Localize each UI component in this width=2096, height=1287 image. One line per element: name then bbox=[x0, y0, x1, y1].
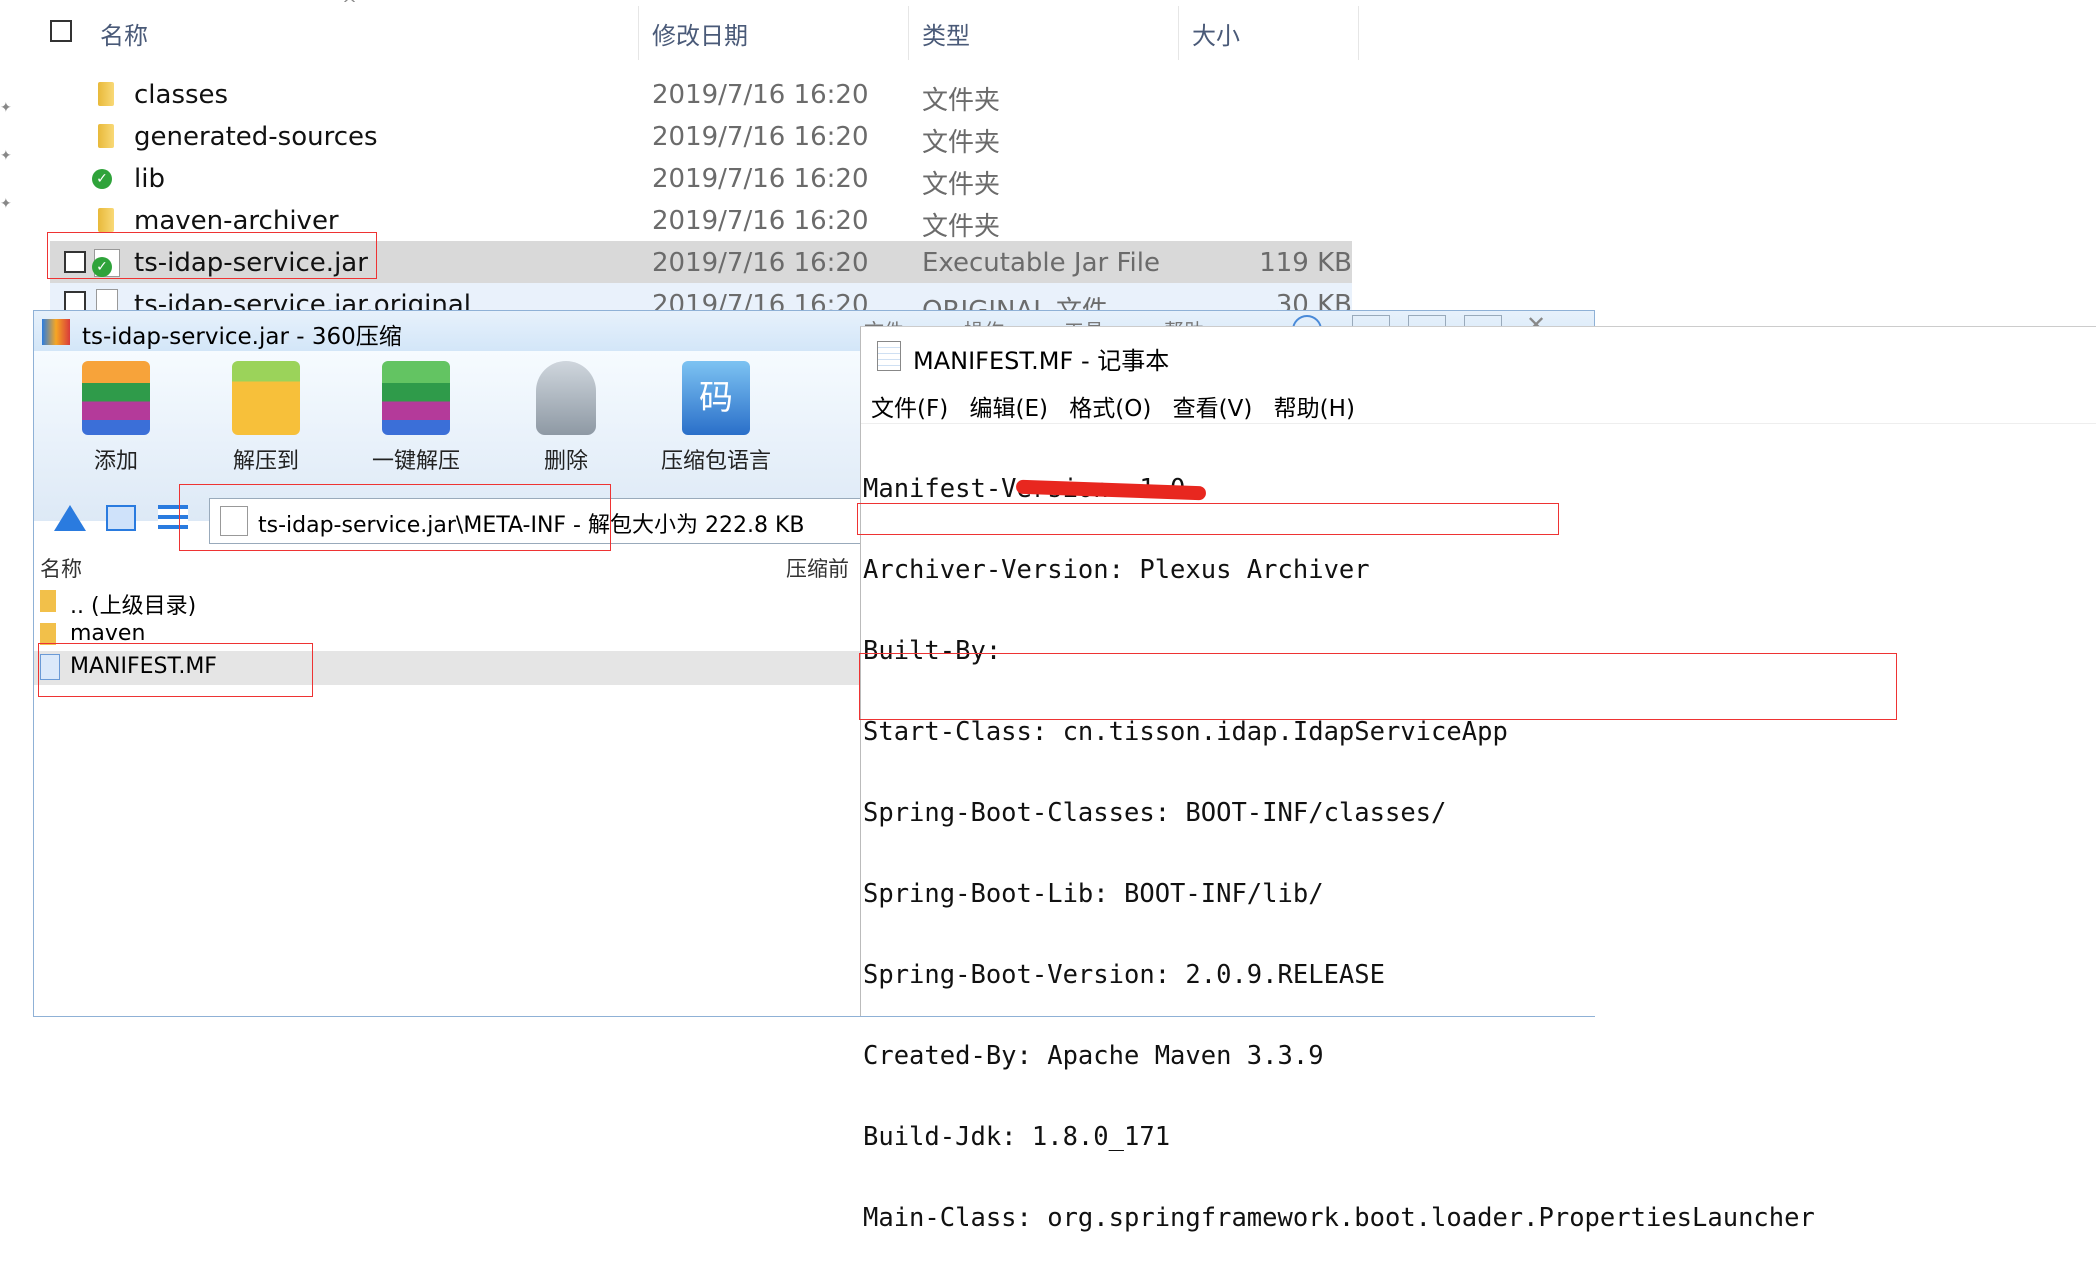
view-icon[interactable] bbox=[106, 505, 136, 531]
item-name: classes bbox=[134, 80, 229, 110]
zip-app-icon bbox=[42, 319, 70, 345]
add-label: 添加 bbox=[93, 449, 138, 474]
highlight-box bbox=[859, 653, 1897, 720]
row-checkbox[interactable] bbox=[64, 291, 86, 311]
add-archive-icon bbox=[82, 361, 150, 435]
text-line: Spring-Boot-Lib: BOOT-INF/lib/ bbox=[863, 879, 1324, 909]
list-item[interactable]: generated-sources 2019/7/16 16:20 文件夹 bbox=[50, 115, 1350, 158]
delete-label: 删除 bbox=[543, 449, 588, 474]
col-size[interactable]: 大小 bbox=[1192, 16, 1240, 51]
notepad-window: MANIFEST.MF - 记事本 文件(F) 编辑(E) 格式(O) 查看(V… bbox=[857, 326, 2096, 1232]
col-name[interactable]: 名称 bbox=[100, 16, 148, 51]
item-type: 文件夹 bbox=[922, 86, 1001, 116]
folder-icon bbox=[40, 590, 56, 612]
menu-file[interactable]: 文件(F) bbox=[871, 396, 948, 422]
item-date: 2019/7/16 16:20 bbox=[652, 164, 869, 194]
menu-help[interactable]: 帮助(H) bbox=[1274, 396, 1355, 422]
highlight-box bbox=[179, 484, 611, 551]
text-line: Archiver-Version: Plexus Archiver bbox=[863, 555, 1370, 585]
extract-to-label: 解压到 bbox=[232, 449, 299, 474]
archive-language-button[interactable]: 码 压缩包语言 bbox=[646, 361, 786, 475]
text-line: Start-Class: cn.tisson.idap.IdapServiceA… bbox=[863, 717, 1508, 747]
folder-icon bbox=[98, 208, 114, 232]
item-size: 119 KB bbox=[1259, 248, 1352, 278]
menu-format[interactable]: 格式(O) bbox=[1069, 396, 1151, 422]
notepad-icon bbox=[877, 341, 901, 371]
item-date: 2019/7/16 16:20 bbox=[652, 122, 869, 152]
folder-icon bbox=[98, 124, 114, 148]
item-date: 2019/7/16 16:20 bbox=[652, 80, 869, 110]
item-type: 文件夹 bbox=[922, 212, 1001, 242]
text-line: Build-Jdk: 1.8.0_171 bbox=[863, 1122, 1171, 1152]
extract-folder-icon bbox=[232, 361, 300, 435]
text-line: Spring-Boot-Version: 2.0.9.RELEASE bbox=[863, 960, 1385, 990]
item-type: 文件夹 bbox=[922, 170, 1001, 200]
item-type: 文件夹 bbox=[922, 128, 1001, 158]
zip-col-packed[interactable]: 压缩前 bbox=[786, 553, 849, 583]
pin-icon: ✦ bbox=[0, 148, 12, 164]
pin-icon: ✦ bbox=[0, 100, 12, 116]
up-arrow-icon[interactable] bbox=[54, 505, 86, 531]
list-item[interactable]: classes 2019/7/16 16:20 文件夹 bbox=[50, 73, 1350, 116]
item-name: generated-sources bbox=[134, 122, 378, 152]
one-click-extract-button[interactable]: 一键解压 bbox=[346, 361, 486, 475]
zip-list-header: 名称 压缩前 bbox=[34, 551, 864, 581]
add-button[interactable]: 添加 bbox=[46, 361, 186, 475]
archive-language-label: 压缩包语言 bbox=[660, 449, 771, 474]
text-line: Manifest-Version: 1.0 bbox=[863, 474, 1185, 504]
notepad-titlebar: MANIFEST.MF - 记事本 bbox=[861, 327, 2096, 385]
item-date: 2019/7/16 16:20 bbox=[652, 206, 869, 236]
notepad-title: MANIFEST.MF - 记事本 bbox=[913, 347, 1170, 375]
highlight-box bbox=[857, 503, 1559, 535]
extract-to-button[interactable]: 解压到 bbox=[196, 361, 336, 475]
file-explorer: 名称 ^ 修改日期 类型 大小 ✦ ✦ ✦ classes 2019/7/16 … bbox=[0, 0, 2096, 320]
sort-up-icon: ^ bbox=[342, 0, 358, 15]
delete-button[interactable]: 删除 bbox=[496, 361, 636, 475]
column-header: 名称 ^ 修改日期 类型 大小 bbox=[0, 0, 1360, 62]
item-size: 30 KB bbox=[1275, 290, 1352, 311]
item-date: 2019/7/16 16:20 bbox=[652, 248, 869, 278]
sync-check-icon: ✓ bbox=[92, 169, 112, 189]
file-icon bbox=[96, 289, 118, 311]
text-line: Spring-Boot-Classes: BOOT-INF/classes/ bbox=[863, 798, 1447, 828]
menu-view[interactable]: 查看(V) bbox=[1173, 396, 1253, 422]
highlight-box bbox=[38, 643, 313, 697]
item-type: Executable Jar File bbox=[922, 248, 1160, 278]
list-item[interactable]: .. (上级目录) bbox=[34, 585, 864, 619]
code-icon: 码 bbox=[682, 361, 750, 435]
list-item[interactable]: ts-idap-service.jar.original 2019/7/16 1… bbox=[50, 283, 1352, 311]
list-item[interactable]: ✓ lib 2019/7/16 16:20 文件夹 bbox=[50, 157, 1350, 200]
item-date: 2019/7/16 16:20 bbox=[652, 290, 869, 311]
trash-icon bbox=[536, 361, 596, 435]
zip-col-name[interactable]: 名称 bbox=[40, 553, 82, 583]
one-click-extract-label: 一键解压 bbox=[371, 449, 460, 474]
item-name: ts-idap-service.jar.original bbox=[134, 290, 471, 311]
item-type: ORIGINAL 文件 bbox=[922, 296, 1108, 311]
item-name: lib bbox=[134, 164, 165, 194]
select-all-checkbox[interactable] bbox=[50, 20, 72, 42]
pin-icon: ✦ bbox=[0, 196, 12, 212]
col-modified[interactable]: 修改日期 bbox=[652, 16, 748, 51]
menu-edit[interactable]: 编辑(E) bbox=[970, 396, 1048, 422]
zip-title: ts-idap-service.jar - 360压缩 bbox=[82, 324, 402, 350]
notepad-text-area[interactable]: Manifest-Version: 1.0 Archiver-Version: … bbox=[863, 422, 1815, 1286]
folder-icon bbox=[40, 623, 56, 645]
col-type[interactable]: 类型 bbox=[922, 16, 970, 51]
text-line: Created-By: Apache Maven 3.3.9 bbox=[863, 1041, 1324, 1071]
folder-icon bbox=[98, 82, 114, 106]
highlight-box bbox=[47, 232, 377, 279]
text-line: Main-Class: org.springframework.boot.loa… bbox=[863, 1203, 1815, 1233]
one-click-extract-icon bbox=[382, 361, 450, 435]
item-name: .. (上级目录) bbox=[70, 594, 197, 619]
